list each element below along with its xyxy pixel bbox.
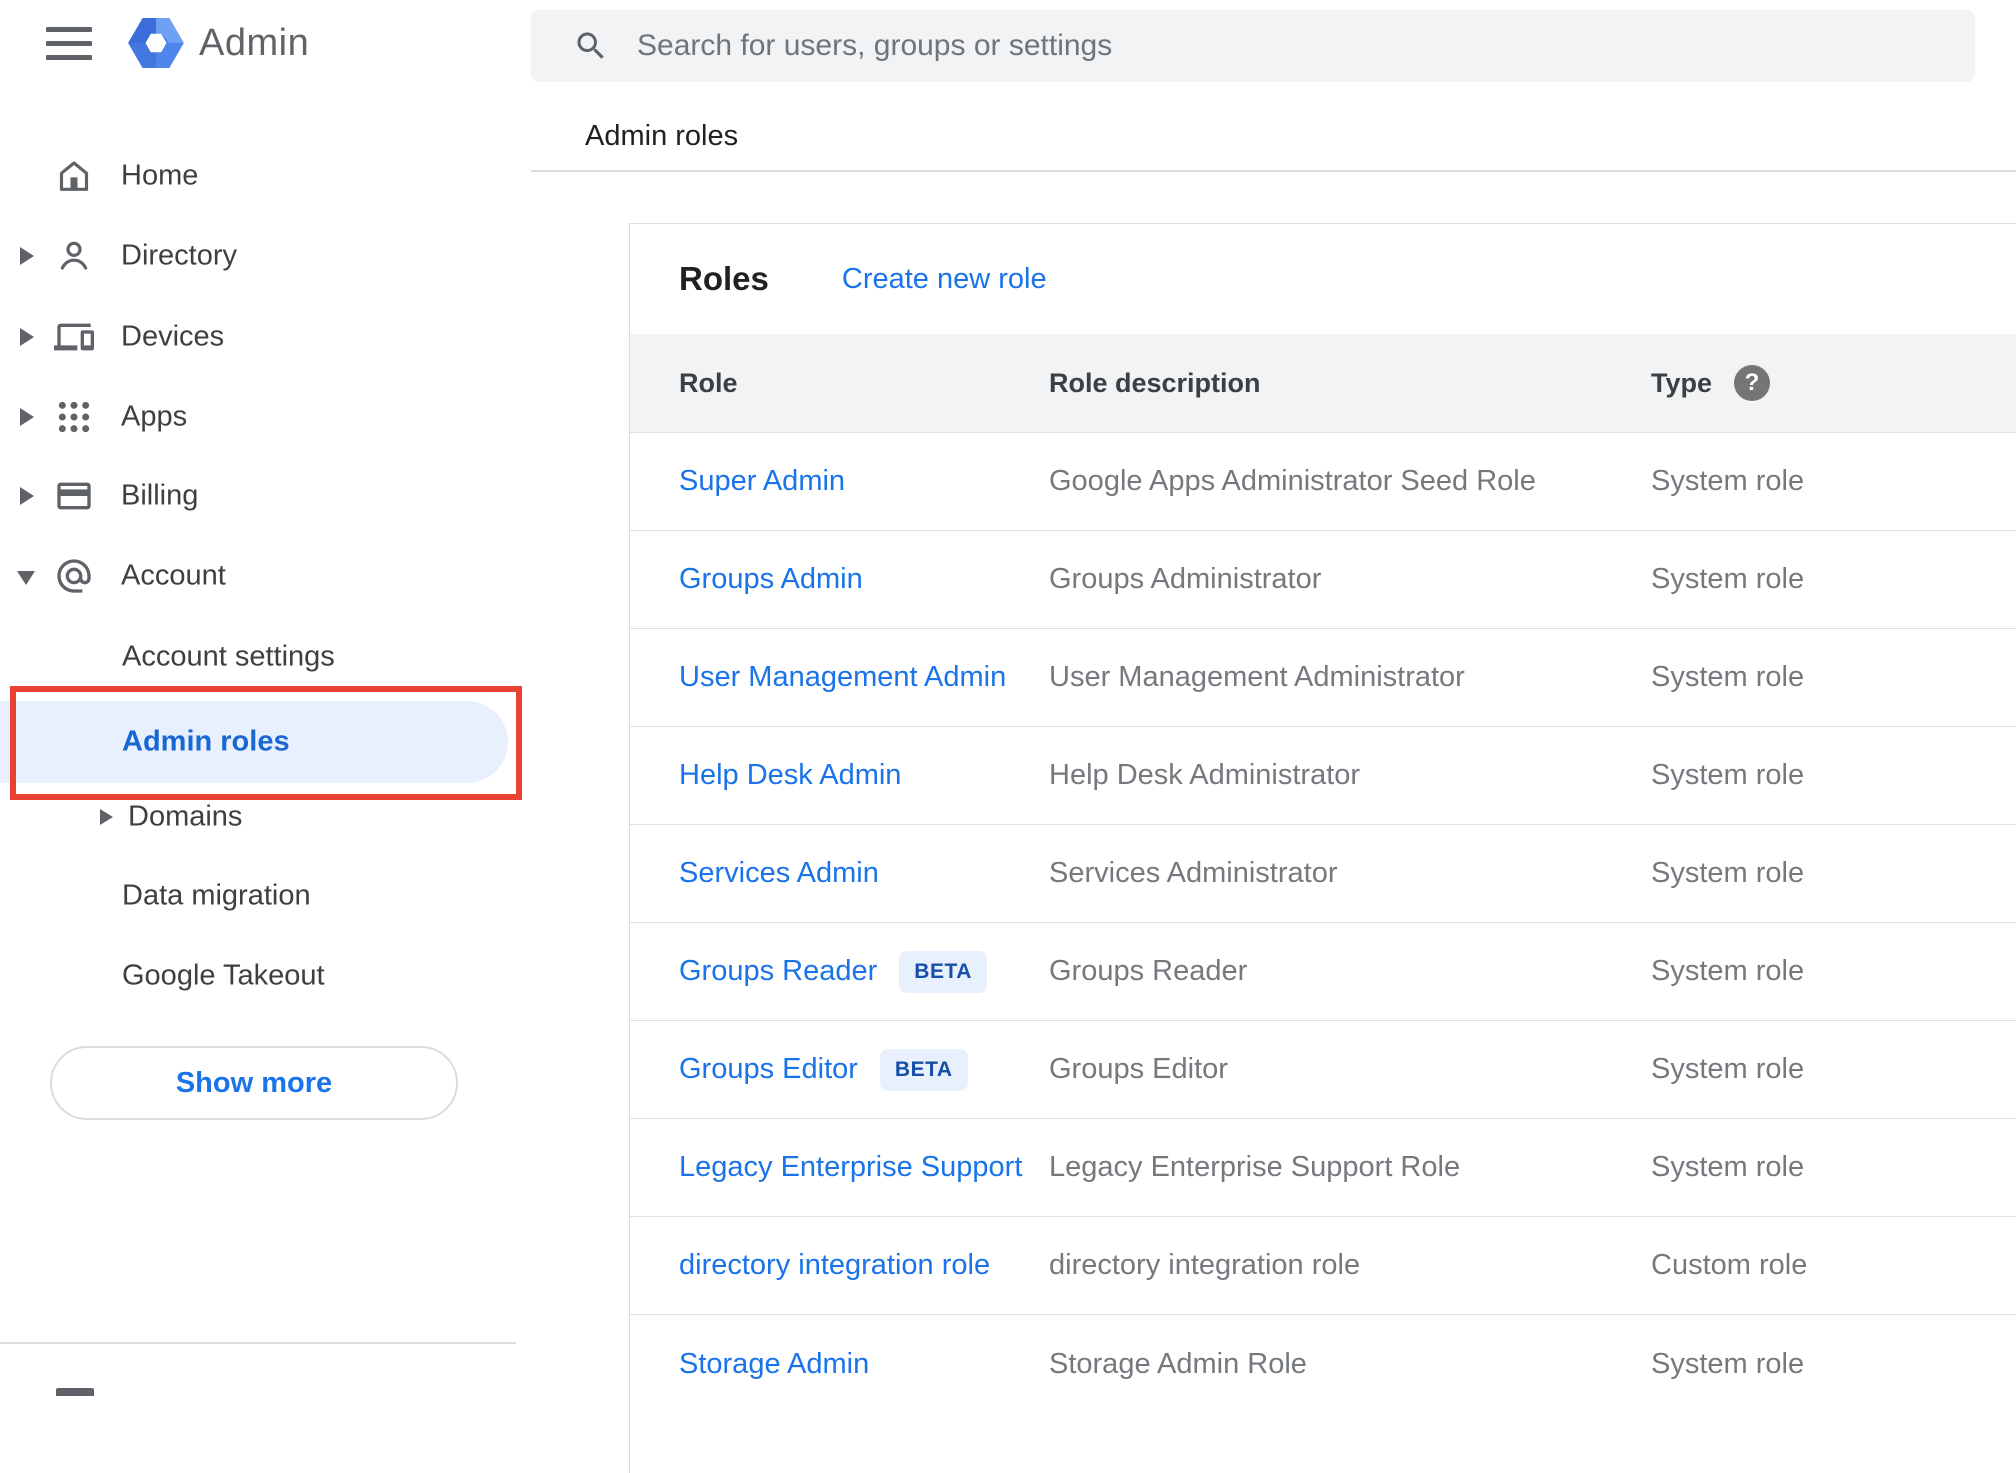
partial-sidebar-icon — [56, 1388, 94, 1396]
role-link[interactable]: Super Admin — [679, 465, 845, 498]
role-description: Services Administrator — [1049, 857, 1338, 889]
admin-hexagon-logo-icon — [128, 18, 184, 68]
header-divider — [531, 170, 2016, 172]
apps-grid-icon — [54, 397, 94, 437]
sidebar-item-label: Account settings — [122, 640, 335, 673]
role-type: System role — [1651, 563, 1805, 595]
sidebar-item-devices[interactable]: Devices — [0, 297, 512, 377]
role-type: System role — [1651, 1151, 1805, 1183]
table-row: Groups Admin Groups Administrator System… — [630, 531, 2016, 629]
sidebar-item-label: Home — [121, 159, 199, 192]
roles-panel: Roles Create new role Role Role descript… — [629, 223, 2016, 1473]
role-link[interactable]: Help Desk Admin — [679, 759, 901, 792]
chevron-right-icon[interactable] — [20, 408, 34, 426]
role-description: Google Apps Administrator Seed Role — [1049, 465, 1536, 497]
chevron-right-icon[interactable] — [20, 487, 34, 505]
role-link[interactable]: Legacy Enterprise Support — [679, 1151, 1022, 1184]
sidebar-item-label: Apps — [121, 400, 188, 433]
role-type: System role — [1651, 759, 1805, 791]
column-header-type: Type — [1651, 367, 1713, 398]
role-type: System role — [1651, 1053, 1805, 1085]
role-type: System role — [1651, 955, 1805, 987]
role-link[interactable]: User Management Admin — [679, 661, 1006, 694]
sidebar-item-account[interactable]: Account — [0, 536, 512, 616]
search-icon — [577, 32, 604, 59]
sidebar-item-domains[interactable]: Domains — [0, 777, 512, 857]
role-type: System role — [1651, 661, 1805, 693]
table-header-row: Role Role description Type ? — [630, 334, 2016, 433]
role-type: System role — [1651, 1347, 1805, 1380]
role-link[interactable]: Groups Editor — [679, 1053, 858, 1086]
role-link[interactable]: Services Admin — [679, 857, 879, 890]
create-new-role-link[interactable]: Create new role — [842, 263, 1047, 296]
table-row: User Management Admin User Management Ad… — [630, 629, 2016, 727]
role-type: System role — [1651, 465, 1805, 497]
table-row: directory integration role directory int… — [630, 1217, 2016, 1315]
sidebar-item-home[interactable]: Home — [0, 136, 512, 216]
product-name: Admin — [199, 21, 310, 64]
sidebar-item-account-settings[interactable]: Account settings — [0, 617, 512, 697]
column-header-role: Role — [679, 367, 738, 398]
chevron-right-icon[interactable] — [20, 328, 34, 346]
chevron-right-icon[interactable] — [100, 809, 113, 825]
beta-badge: BETA — [879, 1048, 968, 1091]
role-description: Storage Admin Role — [1049, 1347, 1307, 1380]
sidebar-item-billing[interactable]: Billing — [0, 456, 512, 536]
brand-logo: Admin — [127, 12, 309, 74]
table-row: Help Desk Admin Help Desk Administrator … — [630, 727, 2016, 825]
search-bar[interactable] — [531, 10, 1975, 82]
at-sign-icon — [54, 556, 94, 596]
credit-card-icon — [54, 476, 94, 516]
sidebar-item-label: Billing — [121, 479, 199, 512]
help-icon[interactable]: ? — [1734, 365, 1771, 401]
role-type: System role — [1651, 857, 1805, 889]
sidebar-item-label: Google Takeout — [122, 959, 325, 992]
sidebar-item-admin-roles[interactable]: Admin roles — [0, 701, 508, 783]
beta-badge: BETA — [899, 950, 987, 993]
table-row: Groups Reader BETA Groups Reader System … — [630, 923, 2016, 1021]
chevron-right-icon[interactable] — [20, 247, 34, 265]
roles-panel-header: Roles Create new role — [630, 224, 2016, 334]
role-description: Legacy Enterprise Support Role — [1049, 1151, 1461, 1183]
table-row: Groups Editor BETA Groups Editor System … — [630, 1021, 2016, 1119]
table-row: Super Admin Google Apps Administrator Se… — [630, 433, 2016, 531]
role-description: Groups Administrator — [1049, 563, 1322, 595]
column-header-description: Role description — [1049, 367, 1261, 398]
sidebar-item-data-migration[interactable]: Data migration — [0, 856, 512, 936]
role-link[interactable]: Groups Admin — [679, 563, 863, 596]
sidebar-item-label: Directory — [121, 239, 238, 272]
panel-title: Roles — [679, 260, 769, 297]
role-link[interactable]: Storage Admin — [679, 1348, 869, 1381]
table-row: Storage Admin Storage Admin Role System … — [630, 1315, 2016, 1413]
role-link[interactable]: directory integration role — [679, 1249, 990, 1282]
menu-hamburger-icon[interactable] — [46, 27, 92, 60]
search-input[interactable] — [637, 29, 1837, 63]
sidebar-item-label: Account — [121, 559, 226, 592]
person-icon — [54, 236, 94, 276]
sidebar-item-apps[interactable]: Apps — [0, 377, 512, 457]
devices-icon — [54, 317, 94, 357]
sidebar-divider — [0, 1342, 516, 1344]
role-link[interactable]: Groups Reader — [679, 955, 877, 988]
show-more-button[interactable]: Show more — [50, 1046, 458, 1120]
breadcrumb: Admin roles — [585, 120, 739, 152]
sidebar-item-label: Admin roles — [122, 725, 290, 758]
home-icon — [54, 156, 94, 196]
sidebar-item-label: Devices — [121, 320, 225, 353]
sidebar-item-directory[interactable]: Directory — [0, 216, 512, 296]
role-description: directory integration role — [1049, 1249, 1361, 1281]
table-row: Services Admin Services Administrator Sy… — [630, 825, 2016, 923]
table-row: Legacy Enterprise Support Legacy Enterpr… — [630, 1119, 2016, 1217]
role-description: Help Desk Administrator — [1049, 759, 1361, 791]
sidebar-item-google-takeout[interactable]: Google Takeout — [0, 936, 512, 1016]
chevron-down-icon[interactable] — [17, 571, 35, 585]
role-description: Groups Editor — [1049, 1053, 1228, 1085]
role-description: User Management Administrator — [1049, 661, 1465, 693]
sidebar-item-label: Domains — [128, 800, 243, 833]
sidebar-item-label: Data migration — [122, 879, 311, 912]
role-type: Custom role — [1651, 1249, 1808, 1281]
show-more-label: Show more — [175, 1066, 333, 1099]
role-description: Groups Reader — [1049, 955, 1248, 987]
